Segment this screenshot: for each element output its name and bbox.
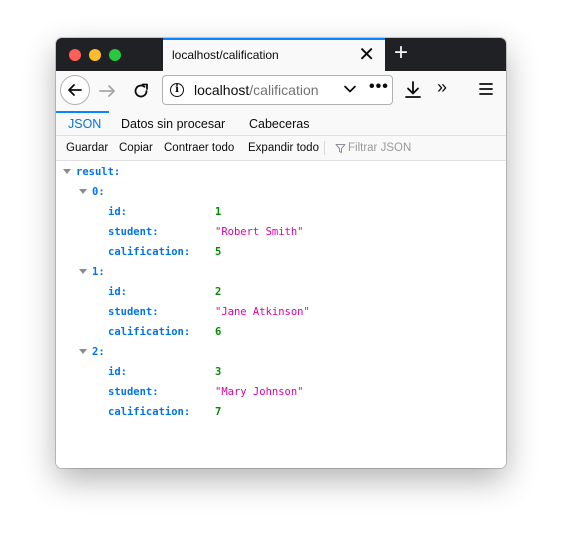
- expand-toggle-icon[interactable]: [79, 349, 87, 354]
- url-text[interactable]: localhost/calification: [194, 82, 319, 98]
- json-key: calification:: [108, 326, 191, 338]
- reload-button[interactable]: [130, 80, 152, 102]
- json-tree: result: 0: id: 1 student: "Robert Smith"…: [56, 162, 506, 468]
- json-number-value: 5: [215, 246, 222, 258]
- json-string-value: "Robert Smith": [215, 226, 304, 238]
- save-button[interactable]: Guardar: [66, 142, 108, 154]
- json-number-value: 1: [215, 206, 222, 218]
- json-key: id:: [108, 286, 127, 298]
- site-info-icon[interactable]: i: [170, 83, 184, 97]
- back-button[interactable]: [60, 75, 90, 105]
- json-root-key[interactable]: result:: [76, 163, 120, 181]
- expand-toggle-icon[interactable]: [63, 169, 71, 174]
- tab-close-icon[interactable]: ✕: [358, 43, 375, 67]
- active-tab-indicator: [56, 111, 109, 113]
- json-toolbar: Guardar Copiar Contraer todo Expandir to…: [56, 136, 506, 161]
- filter-json-input[interactable]: [348, 141, 498, 155]
- json-index-key[interactable]: 1:: [92, 263, 105, 281]
- json-key: calification:: [108, 406, 191, 418]
- json-key: id:: [108, 206, 127, 218]
- expand-toggle-icon[interactable]: [79, 269, 87, 274]
- hamburger-menu-icon[interactable]: [478, 81, 494, 97]
- toolbar-divider: [324, 141, 325, 155]
- json-key: id:: [108, 366, 127, 378]
- reload-icon: [134, 83, 148, 98]
- json-key: student:: [108, 306, 159, 318]
- browser-tab[interactable]: localhost/calification ✕: [163, 38, 385, 71]
- json-index-key[interactable]: 2:: [92, 343, 105, 361]
- navigation-toolbar: i localhost/calification ••• »: [56, 71, 506, 111]
- json-key: student:: [108, 386, 159, 398]
- copy-button[interactable]: Copiar: [119, 142, 153, 154]
- url-host: localhost: [194, 82, 250, 98]
- json-number-value: 3: [215, 366, 222, 378]
- collapse-all-button[interactable]: Contraer todo: [164, 142, 234, 154]
- json-viewer-tabs: JSON Datos sin procesar Cabeceras: [56, 111, 506, 136]
- window-maximize-button[interactable]: [109, 49, 121, 61]
- new-tab-icon[interactable]: +: [394, 40, 408, 66]
- filter-icon: [335, 144, 346, 153]
- tab-json[interactable]: JSON: [68, 117, 101, 131]
- url-path: /calification: [249, 82, 319, 98]
- tab-title: localhost/calification: [172, 48, 279, 62]
- json-number-value: 6: [215, 326, 222, 338]
- download-icon[interactable]: [403, 79, 423, 101]
- json-string-value: "Jane Atkinson": [215, 306, 310, 318]
- back-arrow-icon: [68, 84, 82, 96]
- forward-button[interactable]: [97, 80, 119, 102]
- tab-raw-data[interactable]: Datos sin procesar: [121, 117, 225, 131]
- page-actions-icon[interactable]: •••: [369, 78, 389, 96]
- expand-toggle-icon[interactable]: [79, 189, 87, 194]
- json-number-value: 2: [215, 286, 222, 298]
- forward-arrow-icon: [99, 85, 115, 97]
- json-string-value: "Mary Johnson": [215, 386, 304, 398]
- json-index-key[interactable]: 0:: [92, 183, 105, 201]
- window-close-button[interactable]: [69, 49, 81, 61]
- json-key: calification:: [108, 246, 191, 258]
- overflow-menu-icon[interactable]: »: [437, 77, 447, 98]
- window-minimize-button[interactable]: [89, 49, 101, 61]
- json-number-value: 7: [215, 406, 222, 418]
- chevron-down-icon[interactable]: [343, 82, 357, 96]
- expand-all-button[interactable]: Expandir todo: [248, 142, 319, 154]
- tab-strip: localhost/calification ✕ +: [56, 38, 506, 71]
- browser-window: localhost/calification ✕ + i localhost/c…: [56, 38, 506, 468]
- url-bar[interactable]: i localhost/calification •••: [162, 75, 393, 105]
- json-key: student:: [108, 226, 159, 238]
- tab-headers[interactable]: Cabeceras: [249, 117, 309, 131]
